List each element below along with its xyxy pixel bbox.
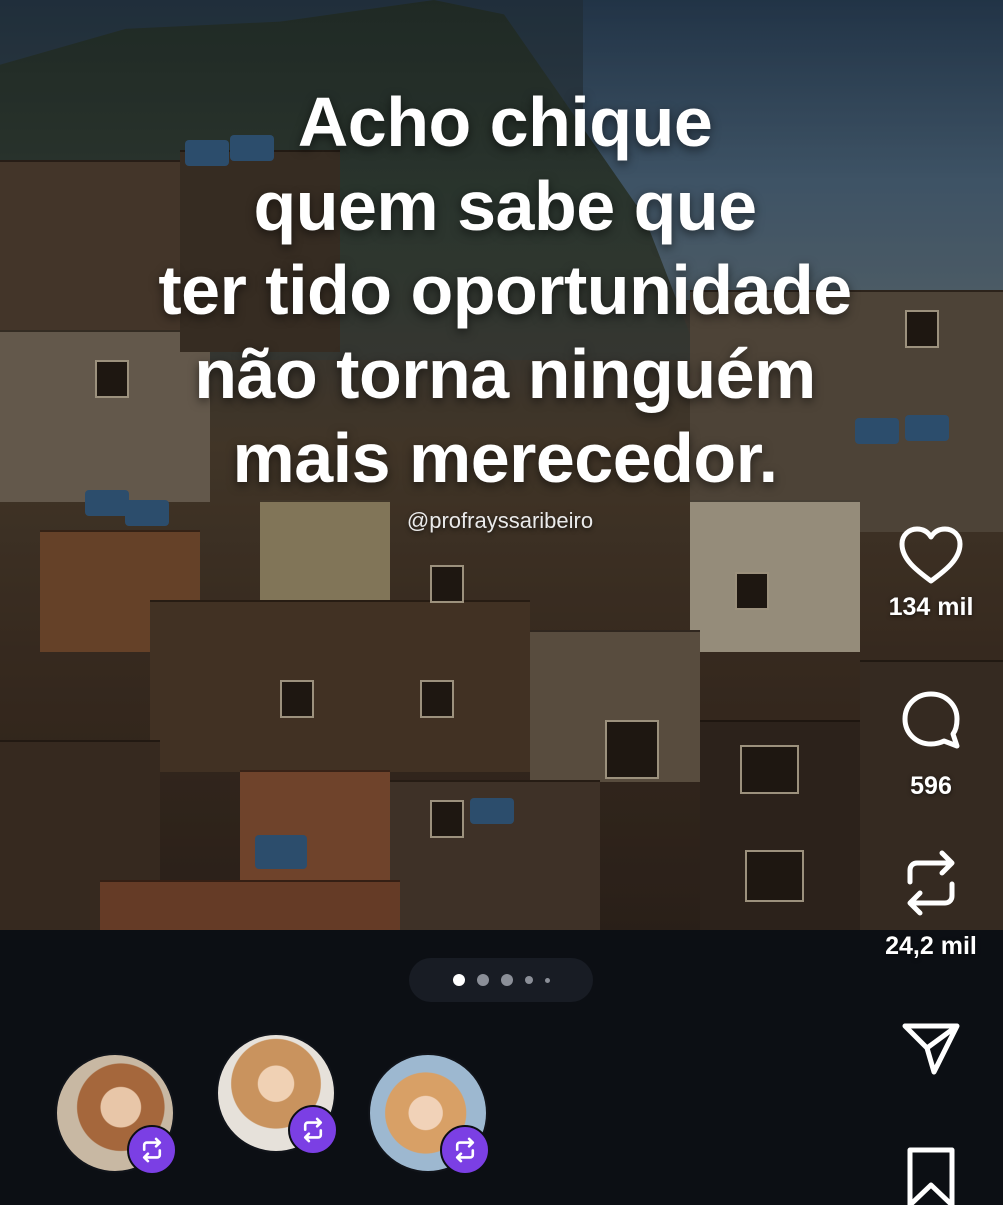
comment-action[interactable]: 596	[861, 688, 1001, 801]
quote-line: Acho chique	[297, 83, 713, 161]
repost-badge	[440, 1125, 490, 1175]
page-dot[interactable]	[524, 976, 533, 984]
comment-icon	[902, 691, 960, 749]
like-count: 134 mil	[888, 593, 974, 621]
comment-count: 596	[910, 772, 952, 800]
share-action[interactable]	[861, 1018, 1001, 1078]
page-dot[interactable]	[500, 974, 513, 986]
repost-icon	[455, 1137, 475, 1163]
bookmark-icon	[907, 1147, 955, 1205]
quote-line: quem sabe que	[253, 167, 757, 245]
post-quote: Acho chique quem sabe que ter tido oport…	[120, 80, 890, 500]
page-dot[interactable]	[544, 977, 550, 983]
repost-icon	[907, 850, 955, 916]
like-action[interactable]: 134 mil	[861, 525, 1001, 622]
save-action[interactable]	[861, 1145, 1001, 1205]
quote-line: não torna ninguém	[194, 335, 816, 413]
repost-action[interactable]: 24,2 mil	[861, 848, 1001, 961]
repost-badge	[288, 1105, 338, 1155]
repost-icon	[142, 1137, 162, 1163]
reposter-avatar-2[interactable]	[216, 1033, 346, 1163]
page-dot[interactable]	[476, 974, 489, 986]
page-dot-active[interactable]	[452, 974, 465, 986]
repost-badge	[127, 1125, 177, 1175]
quote-line: mais merecedor.	[232, 419, 778, 497]
quote-line: ter tido oportunidade	[158, 251, 852, 329]
heart-icon	[899, 526, 963, 584]
reposter-avatar-1[interactable]	[55, 1053, 185, 1183]
repost-count: 24,2 mil	[885, 932, 977, 960]
repost-icon	[303, 1117, 323, 1143]
carousel-pagination[interactable]	[409, 958, 593, 1002]
author-handle: @profrayssaribeiro	[406, 508, 594, 533]
reposter-avatar-3[interactable]	[368, 1053, 498, 1183]
send-icon	[902, 1023, 960, 1075]
post-image[interactable]: Acho chique quem sabe que ter tido oport…	[0, 0, 1003, 930]
